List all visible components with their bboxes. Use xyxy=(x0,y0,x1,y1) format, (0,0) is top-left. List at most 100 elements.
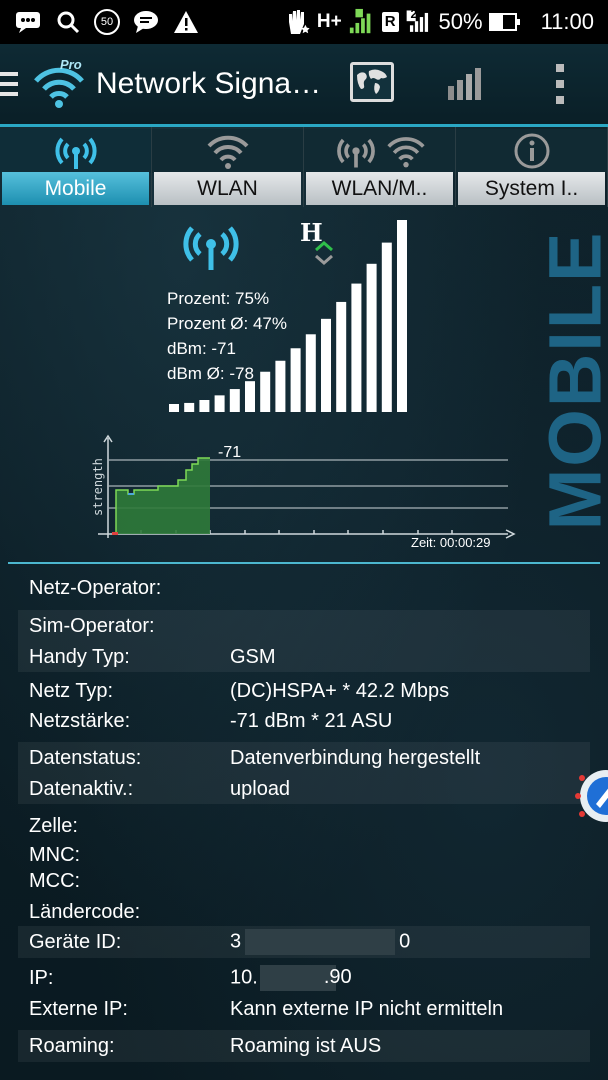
signal-bar xyxy=(305,334,316,412)
info-value: Datenverbindung hergestellt xyxy=(230,746,481,769)
menu-icon[interactable] xyxy=(0,72,22,96)
tab-wlan-mobile-icons xyxy=(304,129,455,173)
redacted-device-id xyxy=(245,929,396,955)
info-key: Roaming: xyxy=(29,1034,115,1057)
ip-suffix: .90 xyxy=(323,966,352,989)
info-row-netz-typ: Netz Typ: (DC)HSPA+ * 42.2 Mbps xyxy=(18,676,590,706)
status-bar: 50 H+ R 2 50% 11:00 xyxy=(0,0,608,44)
map-button[interactable] xyxy=(350,62,394,102)
pro-badge: Pro xyxy=(60,57,82,72)
info-key: Datenaktiv.: xyxy=(29,777,134,800)
app-logo-icon: Pro xyxy=(30,57,88,109)
info-value: upload xyxy=(230,777,291,800)
tab-system-info-label: System I.. xyxy=(458,172,605,205)
warning-icon xyxy=(172,8,200,36)
info-value: GSM xyxy=(230,645,276,668)
info-value: 30 xyxy=(230,929,410,955)
mobile-side-label: MOBILE xyxy=(534,215,608,545)
info-row-mnc: MNC: xyxy=(18,842,590,868)
ip-prefix: 10. xyxy=(230,966,258,989)
roaming-indicator: R xyxy=(381,12,399,32)
gesture-hand-icon xyxy=(283,8,311,36)
stat-dbm-avg: dBm Ø: -78 xyxy=(167,364,254,383)
signal-bar xyxy=(397,220,407,412)
tab-wlan-mobile[interactable]: WLAN/M.. xyxy=(304,127,456,207)
signal-bars-sim2-icon: 2 xyxy=(405,7,433,36)
info-row-datenaktiv: Datenaktiv.: upload xyxy=(18,774,590,804)
graph-elapsed-time: Zeit: 00:00:29 xyxy=(411,535,491,550)
wifi-icon xyxy=(152,129,303,173)
stat-percent: Prozent: 75% xyxy=(167,289,270,308)
battery-icon xyxy=(488,13,520,31)
mobile-side-label-text: MOBILE xyxy=(533,230,608,530)
info-row-datenstatus: Datenstatus: Datenverbindung hergestellt xyxy=(18,742,590,774)
tab-wlan[interactable]: WLAN xyxy=(152,127,304,207)
graph-ylabel: strength xyxy=(91,458,105,516)
tab-wlan-label: WLAN xyxy=(154,172,301,205)
floating-launcher-button[interactable] xyxy=(566,764,608,828)
device-id-suffix: 0 xyxy=(399,930,411,953)
info-key: MCC: xyxy=(29,869,81,892)
graph-current-value: -71 xyxy=(218,444,242,461)
info-row-roaming: Roaming: Roaming ist AUS xyxy=(18,1030,590,1062)
tab-mobile[interactable]: Mobile xyxy=(0,127,152,207)
sim2-label: 2 xyxy=(410,7,418,21)
info-row-netzstaerke: Netzstärke: -71 dBm * 21 ASU xyxy=(18,706,590,736)
stat-dbm: dBm: -71 xyxy=(167,339,236,358)
signal-bar xyxy=(199,399,210,412)
info-value: (DC)HSPA+ * 42.2 Mbps xyxy=(230,679,450,702)
info-row-mcc: MCC: xyxy=(18,868,590,894)
info-key: MNC: xyxy=(29,843,81,866)
info-key: Datenstatus: xyxy=(29,746,142,769)
info-icon xyxy=(456,129,607,173)
info-key: Externe IP: xyxy=(29,997,128,1020)
info-value: Kann externe IP nicht ermitteln xyxy=(230,997,504,1020)
signal-bars-button[interactable] xyxy=(446,66,486,102)
info-row-geraete-id: Geräte ID: 30 xyxy=(18,926,590,958)
antenna-icon xyxy=(0,129,151,173)
clock: 11:00 xyxy=(540,9,594,34)
signal-bars-sim1-icon xyxy=(348,8,376,36)
signal-bar xyxy=(214,395,225,412)
search-icon xyxy=(54,8,82,36)
info-row-netz-operator: Netz-Operator: xyxy=(18,572,590,604)
signal-bar xyxy=(229,389,240,412)
info-key: Handy Typ: xyxy=(29,645,130,668)
overflow-menu-icon[interactable] xyxy=(552,64,568,104)
message-icon xyxy=(132,8,160,36)
signal-bar xyxy=(381,242,392,412)
signal-bar xyxy=(321,318,331,412)
info-key: IP: xyxy=(29,966,54,989)
signal-bar xyxy=(290,348,301,412)
app-title: Network Signa… xyxy=(96,67,322,100)
signal-strength-icon xyxy=(448,68,481,100)
signal-bar xyxy=(336,301,347,412)
network-type-indicator: H+ xyxy=(316,11,342,32)
antenna-icon xyxy=(336,138,375,168)
info-value: Roaming ist AUS xyxy=(230,1034,382,1057)
info-key: Geräte ID: xyxy=(29,930,122,953)
device-id-prefix: 3 xyxy=(230,930,242,953)
info-row-externe-ip: Externe IP: Kann externe IP nicht ermitt… xyxy=(18,993,590,1025)
info-key: Ländercode: xyxy=(29,900,141,923)
info-key: Netzstärke: xyxy=(29,709,131,732)
tab-wlan-mobile-label: WLAN/M.. xyxy=(306,172,453,205)
tab-system-info[interactable]: System I.. xyxy=(456,127,608,207)
wifi-icon xyxy=(386,137,425,168)
notification-count-badge: 50 xyxy=(94,9,120,35)
info-key: Sim-Operator: xyxy=(29,614,155,637)
info-key: Zelle: xyxy=(29,814,78,837)
signal-bar xyxy=(351,283,362,412)
tab-bar: Mobile WLAN WLAN/M.. System I.. xyxy=(0,127,608,207)
info-row-ip: IP: 10. .90 xyxy=(18,963,590,993)
info-value: -71 dBm * 21 ASU xyxy=(230,709,393,732)
info-row-handy-typ: Handy Typ: GSM xyxy=(18,642,590,672)
signal-bar xyxy=(169,404,179,412)
chat-bubble-icon xyxy=(14,8,42,36)
info-row-sim-operator: Sim-Operator: xyxy=(18,610,590,642)
info-key: Netz-Operator: xyxy=(29,576,162,599)
signal-bar xyxy=(184,402,195,412)
signal-bar xyxy=(366,263,377,412)
battery-percent: 50% xyxy=(438,9,483,34)
stat-percent-avg: Prozent Ø: 47% xyxy=(167,314,288,333)
